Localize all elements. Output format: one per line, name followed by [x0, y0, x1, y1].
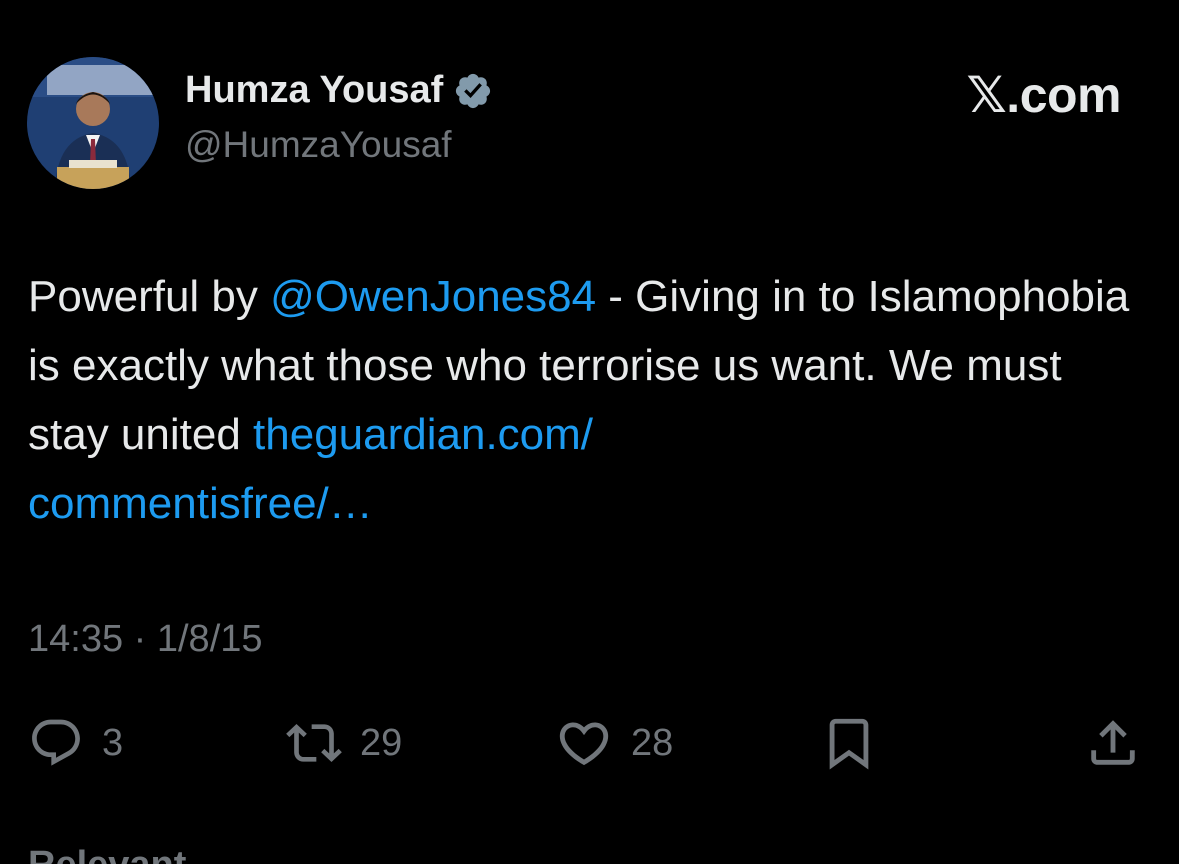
x-logo: 𝕏.com: [966, 67, 1122, 123]
share-button[interactable]: [1084, 715, 1142, 771]
tweet-text-start: Powerful by: [28, 272, 271, 321]
article-link-part2[interactable]: commentisfree/…: [28, 479, 373, 528]
like-count: 28: [631, 721, 674, 764]
author-handle[interactable]: @HumzaYousaf: [185, 124, 452, 166]
reply-sort-label: Relevant: [28, 844, 186, 864]
avatar[interactable]: [27, 57, 159, 189]
share-icon: [1084, 714, 1142, 772]
bookmark-icon: [820, 714, 878, 772]
bookmark-button[interactable]: [820, 715, 878, 771]
author-display-name[interactable]: Humza Yousaf: [185, 69, 443, 112]
tweet-text: Powerful by @OwenJones84 - Giving in to …: [28, 262, 1153, 538]
like-button[interactable]: 28: [555, 715, 673, 771]
article-link-part1[interactable]: theguardian.com/: [253, 410, 593, 459]
reply-count: 3: [102, 721, 124, 764]
retweet-count: 29: [360, 721, 403, 764]
reply-sort-dropdown[interactable]: Relevant ⌄: [28, 842, 229, 864]
tweet-timestamp[interactable]: 14:35 · 1/8/15: [28, 618, 263, 661]
heart-icon: [555, 714, 613, 772]
reply-icon: [28, 715, 84, 771]
mention-link[interactable]: @OwenJones84: [270, 272, 596, 321]
chevron-down-icon: ⌄: [197, 844, 229, 864]
reply-button[interactable]: 3: [28, 715, 123, 771]
retweet-icon: [286, 715, 342, 771]
verified-badge-icon: [453, 71, 493, 111]
author-name[interactable]: Humza Yousaf: [185, 69, 493, 112]
retweet-button[interactable]: 29: [286, 715, 402, 771]
